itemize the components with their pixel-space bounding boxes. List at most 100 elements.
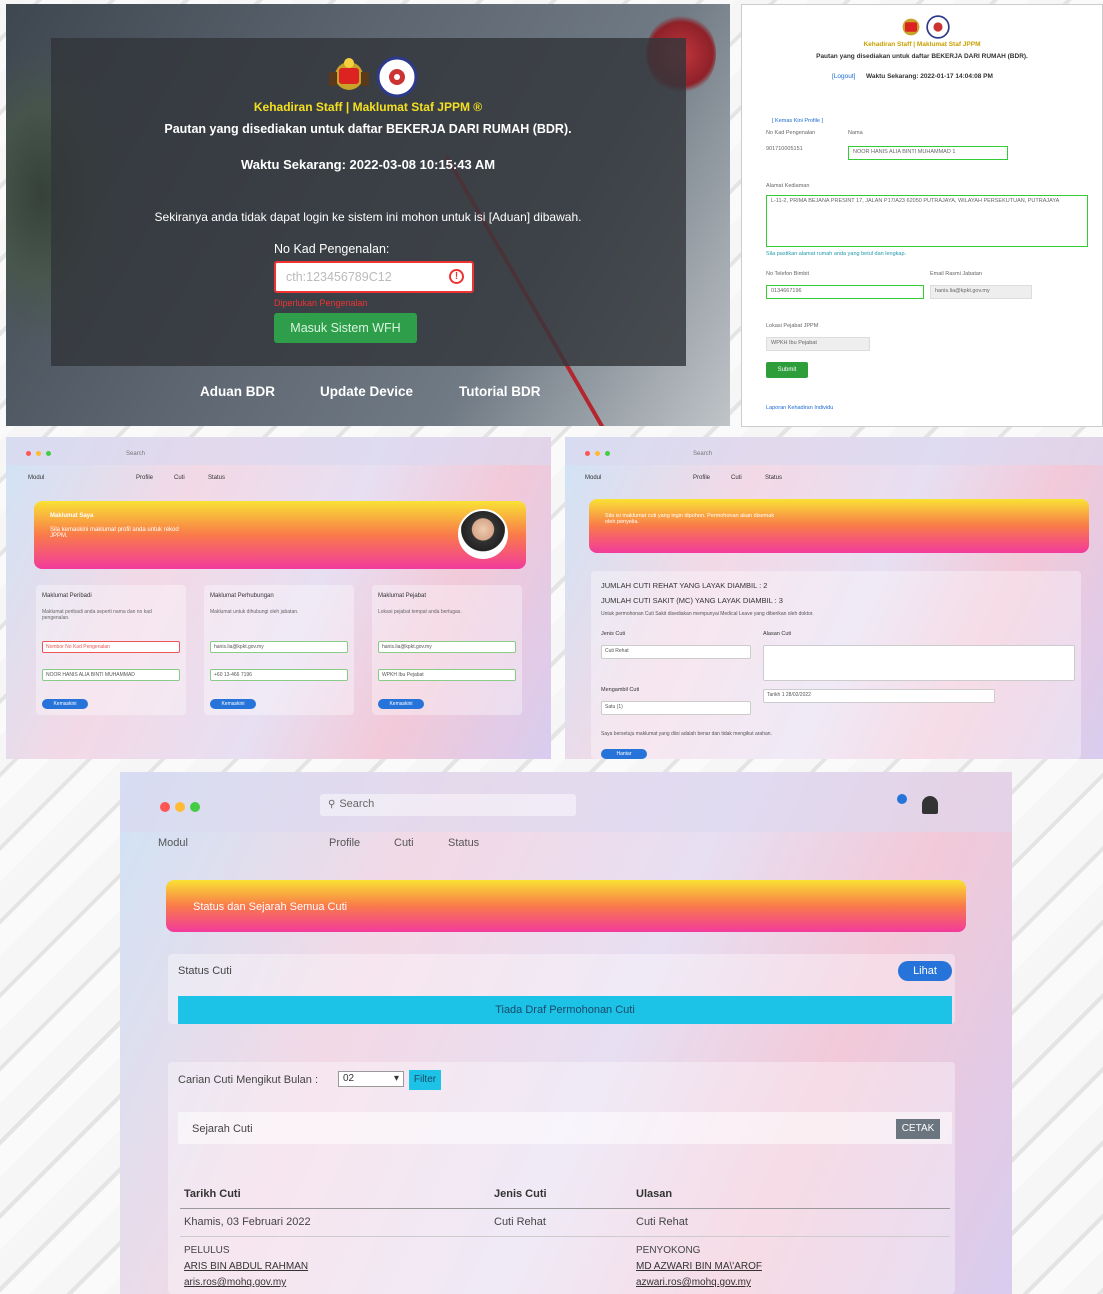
row-divider: [180, 1236, 950, 1237]
table-divider: [180, 1208, 950, 1209]
logout-link[interactable]: [Logout]: [832, 73, 856, 80]
card-office: Maklumat Pejabat Lokasi pejabat tempat a…: [372, 585, 522, 715]
window-controls: [160, 802, 200, 812]
supporter-email-link[interactable]: azwari.ros@mohq.gov.my: [636, 1277, 751, 1288]
user-avatar-icon[interactable]: [922, 796, 938, 814]
history-title: Sejarah Cuti: [192, 1123, 253, 1135]
card-desc: Lokasi pejabat tempat anda bertugas.: [378, 609, 462, 615]
month-select[interactable]: 02 ▾: [338, 1071, 404, 1087]
card-field[interactable]: hanis.lia@kpkt.gov.my: [378, 641, 516, 653]
print-button[interactable]: CETAK: [896, 1119, 940, 1139]
address-hint: Sila pastikan alamat rumah anda yang bet…: [766, 251, 907, 257]
tab-status[interactable]: Status: [208, 475, 225, 481]
reason-textarea[interactable]: [763, 645, 1075, 681]
agree-checkbox[interactable]: Saya bersetuju maklumat yang diisi adala…: [601, 731, 772, 737]
tab-status[interactable]: Status: [765, 475, 782, 481]
leave-hero: Sila isi maklumat cuti yang ingin dipoho…: [589, 499, 1089, 553]
tab-profile[interactable]: Profile: [136, 475, 153, 481]
type-label: Jenis Cuti: [601, 631, 626, 637]
ic-input[interactable]: cth:123456789C12!: [274, 261, 474, 293]
nav-aduan-link[interactable]: Aduan BDR: [200, 384, 275, 399]
col-type: Jenis Cuti: [494, 1188, 547, 1200]
register-submit-button[interactable]: Submit: [766, 362, 808, 378]
title-bar: [6, 437, 551, 465]
search-input[interactable]: ⚲ Search: [320, 794, 576, 816]
tab-status[interactable]: Status: [448, 837, 479, 849]
leave-note: Untuk permohonan Cuti Sakit disediakan m…: [601, 611, 814, 617]
tab-cuti[interactable]: Cuti: [731, 475, 742, 481]
phone-input[interactable]: 0134667196: [766, 285, 924, 299]
col-date: Tarikh Cuti: [184, 1188, 241, 1200]
login-notice: Sekiranya anda tidak dapat login ke sist…: [154, 210, 582, 224]
sick-leave-count: JUMLAH CUTI SAKIT (MC) YANG LAYAK DIAMBI…: [601, 596, 783, 605]
module-label: Modul: [158, 837, 188, 849]
search-icon: ⚲: [328, 799, 336, 810]
supporter-name-link[interactable]: MD AZWARI BIN MA\'AROF: [636, 1261, 762, 1272]
name-input[interactable]: NOOR HANIS ALIA BINTI MUHAMMAD 1: [848, 146, 1008, 160]
phone-label: No Telefon Bimbit: [766, 271, 810, 277]
update-button[interactable]: Kemaskini: [210, 699, 256, 709]
card-title: Maklumat Perhubungan: [210, 593, 274, 599]
card-field[interactable]: hanis.lia@kpkt.gov.my: [210, 641, 348, 653]
window-controls: [585, 451, 610, 456]
ic-value: 901710005151: [766, 146, 803, 152]
minimize-dot[interactable]: [175, 802, 185, 812]
view-button[interactable]: Lihat: [898, 961, 952, 981]
card-field[interactable]: +60 13-466 7196: [210, 669, 348, 681]
card-field[interactable]: NOOR HANIS ALIA BINTI MUHAMMAD: [42, 669, 180, 681]
maximize-dot[interactable]: [190, 802, 200, 812]
register-subtitle: Pautan yang disediakan untuk daftar BEKE…: [816, 53, 1028, 60]
close-dot[interactable]: [160, 802, 170, 812]
register-title: Kehadiran Staff | Maklumat Staf JPPM: [863, 41, 981, 48]
profile-update-link[interactable]: [ Kemas Kini Profile ]: [772, 118, 823, 124]
card-desc: Maklumat peribadi anda seperti nama dan …: [42, 609, 152, 621]
rest-leave-count: JUMLAH CUTI REHAT YANG LAYAK DIAMBIL : 2: [601, 581, 768, 590]
office-select[interactable]: WPKH Ibu Pejabat: [766, 337, 870, 351]
notification-icon[interactable]: [897, 794, 907, 804]
status-hero: Status dan Sejarah Semua Cuti: [166, 880, 966, 932]
submit-leave-button[interactable]: Hantar: [601, 749, 647, 759]
approver-name-link[interactable]: ARIS BIN ABDUL RAHMAN: [184, 1261, 308, 1272]
update-button[interactable]: Kemaskini: [378, 699, 424, 709]
error-icon: !: [449, 269, 464, 284]
avatar: [458, 509, 508, 559]
tab-profile[interactable]: Profile: [693, 475, 710, 481]
register-screen: Kehadiran Staff | Maklumat Staf JPPM Pau…: [741, 4, 1103, 427]
profile-app-window: Search Modul Profile Cuti Status Makluma…: [6, 437, 551, 759]
empty-status-alert: Tiada Draf Permohonan Cuti: [178, 996, 952, 1024]
update-button[interactable]: Kemaskini: [42, 699, 88, 709]
address-input[interactable]: L-11-2, PRIMA BEJANA PRESINT 17, JALAN P…: [766, 195, 1088, 247]
card-field[interactable]: Nombor No Kad Pengenalan: [42, 641, 180, 653]
email-input[interactable]: hanis.lia@kpkt.gov.my: [930, 285, 1032, 299]
malaysia-crest-icon: [902, 18, 920, 36]
col-review: Ulasan: [636, 1188, 673, 1200]
duration-select[interactable]: Satu (1): [601, 701, 751, 715]
login-submit-button[interactable]: Masuk Sistem WFH: [274, 313, 417, 343]
module-label: Modul: [585, 475, 602, 481]
ic-label: No Kad Pengenalan: [766, 130, 816, 136]
login-time: Waktu Sekarang: 2022-03-08 10:15:43 AM: [240, 157, 496, 172]
tab-profile[interactable]: Profile: [329, 837, 360, 849]
search-input[interactable]: Search: [693, 451, 712, 457]
office-label: Lokasi Pejabat JPPM: [766, 323, 819, 329]
search-input[interactable]: Search: [126, 451, 145, 457]
ic-label: No Kad Pengenalan:: [274, 242, 390, 256]
ic-required-text: Diperlukan Pengenalan: [274, 298, 368, 308]
jppm-logo-icon: [926, 15, 950, 39]
window-controls: [26, 451, 51, 456]
filter-button[interactable]: Filter: [409, 1070, 441, 1090]
card-field[interactable]: WPKH Ibu Pejabat: [378, 669, 516, 681]
nav-update-device-link[interactable]: Update Device: [320, 384, 413, 399]
report-link[interactable]: Laporan Kehadiran Individu: [766, 405, 833, 411]
hero-text: Sila kemaskini maklumat profil anda untu…: [50, 527, 179, 539]
approver-email-link[interactable]: aris.ros@mohq.gov.my: [184, 1277, 286, 1288]
tab-cuti[interactable]: Cuti: [394, 837, 414, 849]
type-select[interactable]: Cuti Rehat: [601, 645, 751, 659]
nav-tutorial-link[interactable]: Tutorial BDR: [459, 384, 541, 399]
card-contact: Maklumat Perhubungan Maklumat untuk dihu…: [204, 585, 354, 715]
name-label: Nama: [848, 130, 863, 136]
date-input[interactable]: Tarikh 1 28/02/2022: [763, 689, 995, 703]
address-label: Alamat Kediaman: [766, 183, 810, 189]
status-label: Status Cuti: [178, 965, 232, 977]
tab-cuti[interactable]: Cuti: [174, 475, 185, 481]
